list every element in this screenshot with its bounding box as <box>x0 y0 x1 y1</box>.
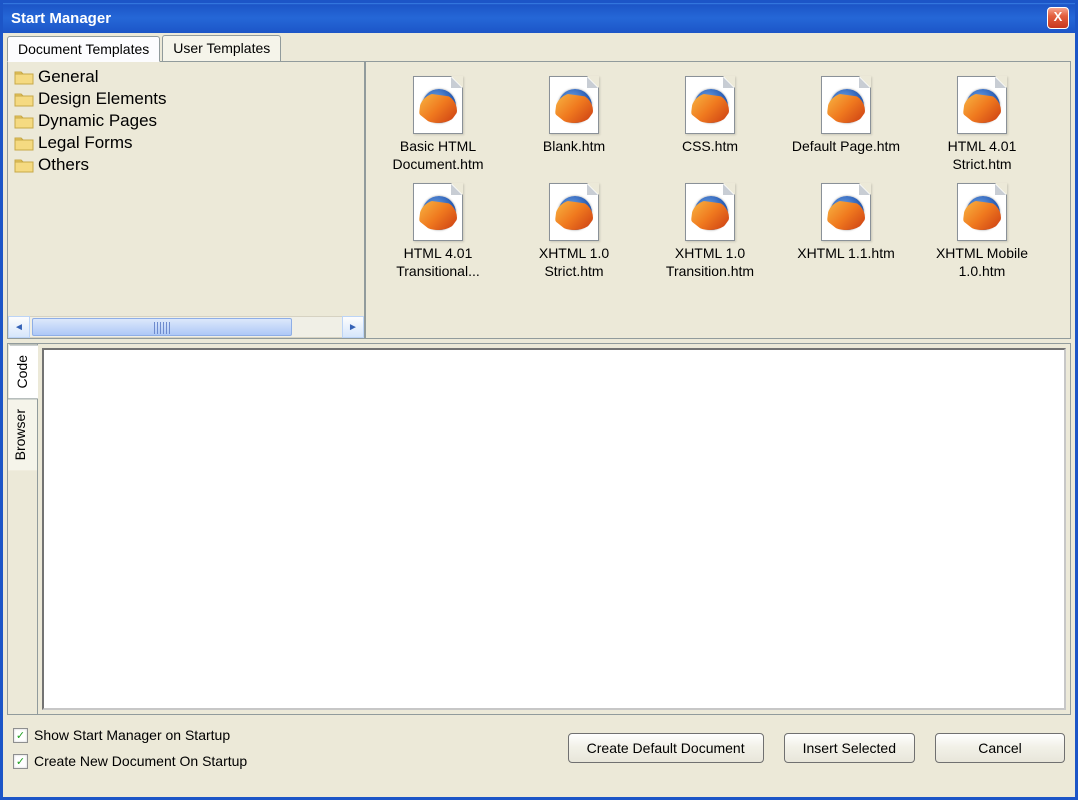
close-button[interactable]: X <box>1047 7 1069 29</box>
document-icon <box>549 183 599 241</box>
vtab-code[interactable]: Code <box>9 344 38 398</box>
firefox-icon <box>558 89 592 123</box>
folder-label: Dynamic Pages <box>38 111 157 131</box>
template-label: Basic HTML Document.htm <box>378 138 498 173</box>
firefox-icon <box>830 89 864 123</box>
document-icon <box>957 76 1007 134</box>
chevron-left-icon: ◄ <box>14 322 24 333</box>
template-basic-html[interactable]: Basic HTML Document.htm <box>378 76 498 173</box>
folder-general[interactable]: General <box>12 66 360 88</box>
folder-legal-forms[interactable]: Legal Forms <box>12 132 360 154</box>
insert-selected-button[interactable]: Insert Selected <box>784 733 915 763</box>
folder-design-elements[interactable]: Design Elements <box>12 88 360 110</box>
document-icon <box>413 76 463 134</box>
folder-sidebar: General Design Elements Dynamic Pages <box>8 62 366 338</box>
document-icon <box>413 183 463 241</box>
vtab-browser[interactable]: Browser <box>8 398 37 470</box>
preview-pane <box>42 348 1066 710</box>
folder-others[interactable]: Others <box>12 154 360 176</box>
checkbox-create-new-doc[interactable]: ✓ Create New Document On Startup <box>13 753 548 769</box>
scroll-right-button[interactable]: ► <box>342 316 364 338</box>
chevron-right-icon: ► <box>348 322 358 333</box>
template-blank[interactable]: Blank.htm <box>514 76 634 173</box>
folder-icon <box>14 157 34 173</box>
template-xhtml10-strict[interactable]: XHTML 1.0 Strict.htm <box>514 183 634 280</box>
document-icon <box>957 183 1007 241</box>
firefox-icon <box>830 196 864 230</box>
checkbox-icon[interactable]: ✓ <box>13 728 28 743</box>
tab-row: Document Templates User Templates <box>3 33 1075 61</box>
template-grid: Basic HTML Document.htm Blank.htm CSS.ht… <box>366 62 1070 338</box>
preview-tab-col: Code Browser <box>8 344 38 714</box>
options-col: ✓ Show Start Manager on Startup ✓ Create… <box>13 727 548 769</box>
template-css[interactable]: CSS.htm <box>650 76 770 173</box>
template-html401-transitional[interactable]: HTML 4.01 Transitional... <box>378 183 498 280</box>
folder-icon <box>14 91 34 107</box>
close-icon: X <box>1054 9 1063 24</box>
folder-label: General <box>38 67 98 87</box>
document-icon <box>549 76 599 134</box>
template-label: XHTML 1.1.htm <box>786 245 906 263</box>
document-icon <box>685 76 735 134</box>
folder-icon <box>14 135 34 151</box>
document-icon <box>821 76 871 134</box>
firefox-icon <box>422 196 456 230</box>
template-label: HTML 4.01 Transitional... <box>378 245 498 280</box>
firefox-icon <box>966 196 1000 230</box>
template-label: Blank.htm <box>514 138 634 156</box>
cancel-button[interactable]: Cancel <box>935 733 1065 763</box>
template-default-page[interactable]: Default Page.htm <box>786 76 906 173</box>
folder-dynamic-pages[interactable]: Dynamic Pages <box>12 110 360 132</box>
titlebar: Start Manager X <box>3 3 1075 33</box>
window-title: Start Manager <box>9 10 1047 27</box>
start-manager-window: Start Manager X Document Templates User … <box>0 0 1078 800</box>
scroll-thumb[interactable] <box>32 318 292 336</box>
tab-user-templates[interactable]: User Templates <box>162 35 281 61</box>
template-xhtml10-transition[interactable]: XHTML 1.0 Transition.htm <box>650 183 770 280</box>
template-label: XHTML 1.0 Strict.htm <box>514 245 634 280</box>
folder-icon <box>14 69 34 85</box>
top-panel: General Design Elements Dynamic Pages <box>7 61 1071 339</box>
create-default-button[interactable]: Create Default Document <box>568 733 764 763</box>
template-label: CSS.htm <box>650 138 770 156</box>
folder-icon <box>14 113 34 129</box>
bottom-bar: ✓ Show Start Manager on Startup ✓ Create… <box>3 719 1075 777</box>
template-html401-strict[interactable]: HTML 4.01 Strict.htm <box>922 76 1042 173</box>
document-icon <box>821 183 871 241</box>
firefox-icon <box>694 196 728 230</box>
firefox-icon <box>422 89 456 123</box>
checkbox-icon[interactable]: ✓ <box>13 754 28 769</box>
scroll-track[interactable] <box>30 316 342 338</box>
preview-panel: Code Browser <box>7 343 1071 715</box>
template-label: XHTML 1.0 Transition.htm <box>650 245 770 280</box>
firefox-icon <box>694 89 728 123</box>
checkbox-show-on-startup[interactable]: ✓ Show Start Manager on Startup <box>13 727 548 743</box>
template-label: Default Page.htm <box>786 138 906 156</box>
folder-label: Design Elements <box>38 89 167 109</box>
tab-document-templates[interactable]: Document Templates <box>7 36 160 62</box>
scroll-left-button[interactable]: ◄ <box>8 316 30 338</box>
sidebar-hscroll: ◄ ► <box>8 316 364 338</box>
template-label: HTML 4.01 Strict.htm <box>922 138 1042 173</box>
folder-label: Legal Forms <box>38 133 132 153</box>
folder-label: Others <box>38 155 89 175</box>
checkbox-label: Show Start Manager on Startup <box>34 727 230 743</box>
template-xhtml-mobile[interactable]: XHTML Mobile 1.0.htm <box>922 183 1042 280</box>
firefox-icon <box>558 196 592 230</box>
template-xhtml11[interactable]: XHTML 1.1.htm <box>786 183 906 280</box>
template-label: XHTML Mobile 1.0.htm <box>922 245 1042 280</box>
document-icon <box>685 183 735 241</box>
firefox-icon <box>966 89 1000 123</box>
folder-list: General Design Elements Dynamic Pages <box>8 62 364 316</box>
checkbox-label: Create New Document On Startup <box>34 753 247 769</box>
